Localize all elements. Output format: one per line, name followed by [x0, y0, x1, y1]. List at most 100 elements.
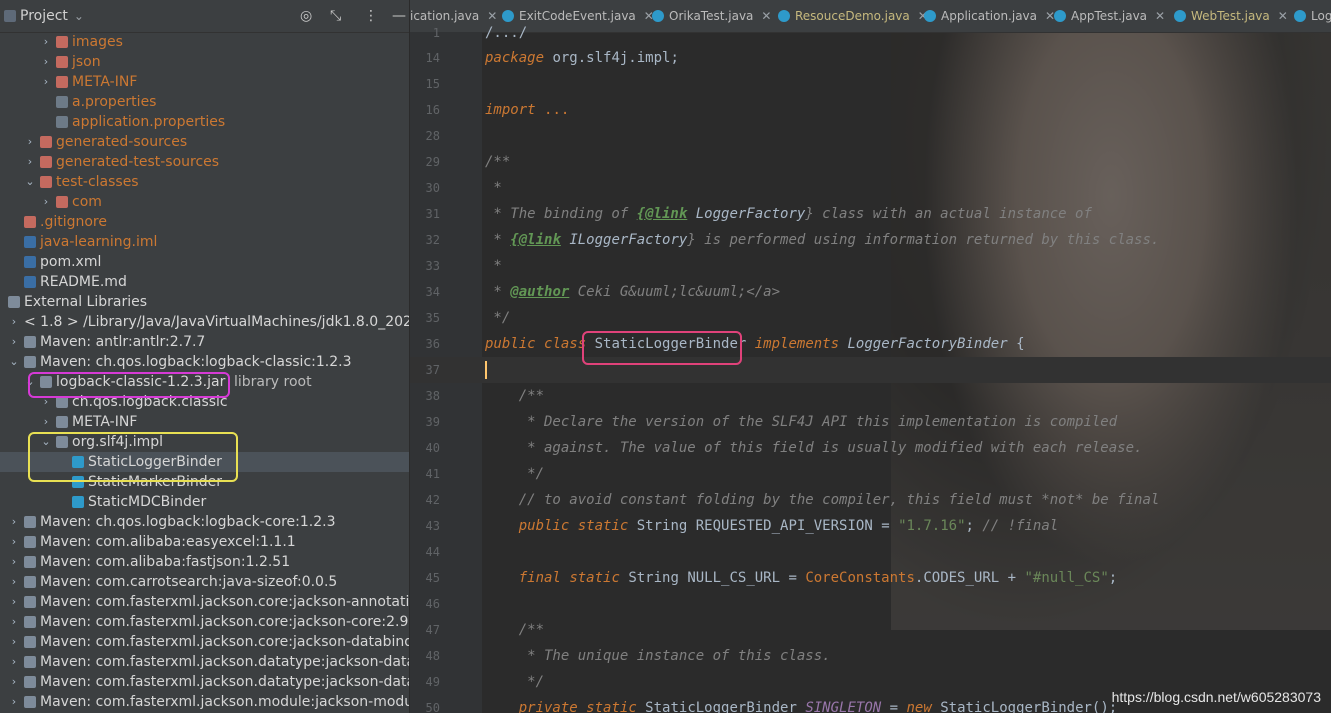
chevron-right-icon[interactable]: › — [24, 132, 36, 152]
tree-item[interactable]: StaticLoggerBinder — [0, 452, 409, 472]
chevron-down-icon[interactable]: ⌄ — [24, 172, 36, 192]
code-line[interactable]: 1 /.../ — [410, 20, 1331, 46]
code-line[interactable]: 43 public static String REQUESTED_API_VE… — [410, 513, 1331, 539]
tree-item[interactable]: ⌄ org.slf4j.impl — [0, 432, 409, 452]
chevron-right-icon[interactable]: › — [40, 192, 52, 212]
code-line[interactable]: 44 — [410, 539, 1331, 565]
tree-item-label: com — [72, 194, 102, 210]
tree-item[interactable]: › Maven: com.alibaba:fastjson:1.2.51 — [0, 552, 409, 572]
code-line[interactable]: 16 import ... — [410, 97, 1331, 123]
chevron-down-icon[interactable]: ⌄ — [74, 9, 84, 23]
tree-item[interactable]: .gitignore — [0, 212, 409, 232]
tree-item[interactable]: › Maven: com.fasterxml.jackson.datatype:j… — [0, 672, 409, 692]
tree-item[interactable]: › META-INF — [0, 72, 409, 92]
chevron-down-icon[interactable]: ⌄ — [40, 432, 52, 452]
code-line[interactable]: 31 * The binding of {@link LoggerFactory… — [410, 201, 1331, 227]
folder-icon — [56, 76, 68, 88]
code-line[interactable]: 45 final static String NULL_CS_URL = Cor… — [410, 565, 1331, 591]
tree-item[interactable]: a.properties — [0, 92, 409, 112]
tree-item[interactable]: › Maven: com.fasterxml.jackson.module:jac… — [0, 692, 409, 712]
code-line[interactable]: 38 /** — [410, 383, 1331, 409]
chevron-right-icon[interactable]: › — [8, 692, 20, 712]
chevron-right-icon[interactable]: › — [8, 612, 20, 632]
code-line[interactable]: 39 * Declare the version of the SLF4J AP… — [410, 409, 1331, 435]
locate-icon[interactable]: ◎ — [300, 0, 312, 32]
chevron-right-icon[interactable]: › — [24, 152, 36, 172]
hide-icon[interactable]: — — [392, 0, 406, 32]
tree-item[interactable]: ⌄ logback-classic-1.2.3.jar library root — [0, 372, 409, 392]
tree-item[interactable]: › generated-sources — [0, 132, 409, 152]
code-line[interactable]: 46 — [410, 591, 1331, 617]
tree-item[interactable]: › Maven: com.fasterxml.jackson.core:jacks… — [0, 592, 409, 612]
code-line[interactable]: 37 — [410, 357, 1331, 383]
chevron-right-icon[interactable]: › — [40, 392, 52, 412]
tree-item[interactable]: StaticMDCBinder — [0, 492, 409, 512]
tree-item[interactable]: › images — [0, 32, 409, 52]
tree-item[interactable]: › Maven: antlr:antlr:2.7.7 — [0, 332, 409, 352]
tree-item[interactable]: › Maven: com.fasterxml.jackson.datatype:j… — [0, 652, 409, 672]
chevron-right-icon[interactable]: › — [40, 32, 52, 52]
tree-item-label: README.md — [40, 274, 127, 290]
chevron-down-icon[interactable]: ⌄ — [24, 372, 36, 392]
code-line[interactable]: 32 * {@link ILoggerFactory} is performed… — [410, 227, 1331, 253]
tree-item[interactable]: › Maven: com.fasterxml.jackson.core:jacks… — [0, 632, 409, 652]
tree-item[interactable]: › json — [0, 52, 409, 72]
tree-item[interactable]: ⌄ test-classes — [0, 172, 409, 192]
tree-item[interactable]: › generated-test-sources — [0, 152, 409, 172]
tree-item[interactable]: › META-INF — [0, 412, 409, 432]
lib-icon — [24, 676, 36, 688]
tree-item[interactable]: java-learning.iml — [0, 232, 409, 252]
chevron-right-icon[interactable]: › — [8, 672, 20, 692]
chevron-right-icon[interactable]: › — [40, 72, 52, 92]
tree-item[interactable]: › com — [0, 192, 409, 212]
tree-item[interactable]: External Libraries — [0, 292, 409, 312]
chevron-down-icon[interactable]: ⌄ — [8, 352, 20, 372]
tree-item[interactable]: README.md — [0, 272, 409, 292]
chevron-right-icon[interactable]: › — [8, 632, 20, 652]
tree-item[interactable]: › Maven: ch.qos.logback:logback-core:1.2.… — [0, 512, 409, 532]
code-line[interactable]: 14 package org.slf4j.impl; — [410, 45, 1331, 71]
code-text: */ — [485, 466, 545, 482]
tree-item-suffix: library root — [234, 374, 312, 390]
code-line[interactable]: 30 * — [410, 175, 1331, 201]
chevron-right-icon[interactable]: › — [8, 552, 20, 572]
project-title[interactable]: Project — [20, 8, 68, 24]
collapse-icon[interactable]: ⤡ — [330, 0, 341, 32]
chevron-right-icon[interactable]: › — [8, 592, 20, 612]
chevron-right-icon[interactable]: › — [40, 52, 52, 72]
code-line[interactable]: 48 * The unique instance of this class. — [410, 643, 1331, 669]
tree-item[interactable]: › Maven: com.carrotsearch:java-sizeof:0.0… — [0, 572, 409, 592]
chevron-right-icon[interactable]: › — [8, 572, 20, 592]
tree-item[interactable]: › < 1.8 > /Library/Java/JavaVirtualMachin… — [0, 312, 409, 332]
code-line[interactable]: 47 /** — [410, 617, 1331, 643]
tree-item-label: Maven: com.fasterxml.jackson.datatype:ja… — [40, 674, 409, 690]
code-line[interactable]: 42 // to avoid constant folding by the c… — [410, 487, 1331, 513]
lib-icon — [24, 356, 36, 368]
chevron-right-icon[interactable]: › — [40, 412, 52, 432]
line-number: 32 — [425, 233, 440, 247]
options-icon[interactable]: ⋮ — [364, 0, 378, 32]
code-line[interactable]: 33 * — [410, 253, 1331, 279]
code-line[interactable]: 34 * @author Ceki G&uuml;lc&uuml;</a> — [410, 279, 1331, 305]
chevron-right-icon[interactable]: › — [8, 312, 20, 332]
code-line[interactable]: 29 /** — [410, 149, 1331, 175]
tree-item[interactable]: application.properties — [0, 112, 409, 132]
code-line[interactable]: 28 — [410, 123, 1331, 149]
code-line[interactable]: 40 * against. The value of this field is… — [410, 435, 1331, 461]
chevron-right-icon[interactable]: › — [8, 512, 20, 532]
tree-item[interactable]: ⌄ Maven: ch.qos.logback:logback-classic:1… — [0, 352, 409, 372]
tree-item[interactable]: › Maven: com.alibaba:easyexcel:1.1.1 — [0, 532, 409, 552]
code-line[interactable]: 36 public class StaticLoggerBinder implem… — [410, 331, 1331, 357]
code-text: */ — [485, 310, 511, 326]
tree-item[interactable]: › Maven: com.fasterxml.jackson.core:jacks… — [0, 612, 409, 632]
java-icon — [72, 456, 84, 468]
code-line[interactable]: 15 — [410, 71, 1331, 97]
code-line[interactable]: 41 */ — [410, 461, 1331, 487]
tree-item[interactable]: › ch.qos.logback.classic — [0, 392, 409, 412]
code-line[interactable]: 35 */ — [410, 305, 1331, 331]
chevron-right-icon[interactable]: › — [8, 652, 20, 672]
tree-item[interactable]: pom.xml — [0, 252, 409, 272]
tree-item[interactable]: StaticMarkerBinder — [0, 472, 409, 492]
chevron-right-icon[interactable]: › — [8, 532, 20, 552]
chevron-right-icon[interactable]: › — [8, 332, 20, 352]
